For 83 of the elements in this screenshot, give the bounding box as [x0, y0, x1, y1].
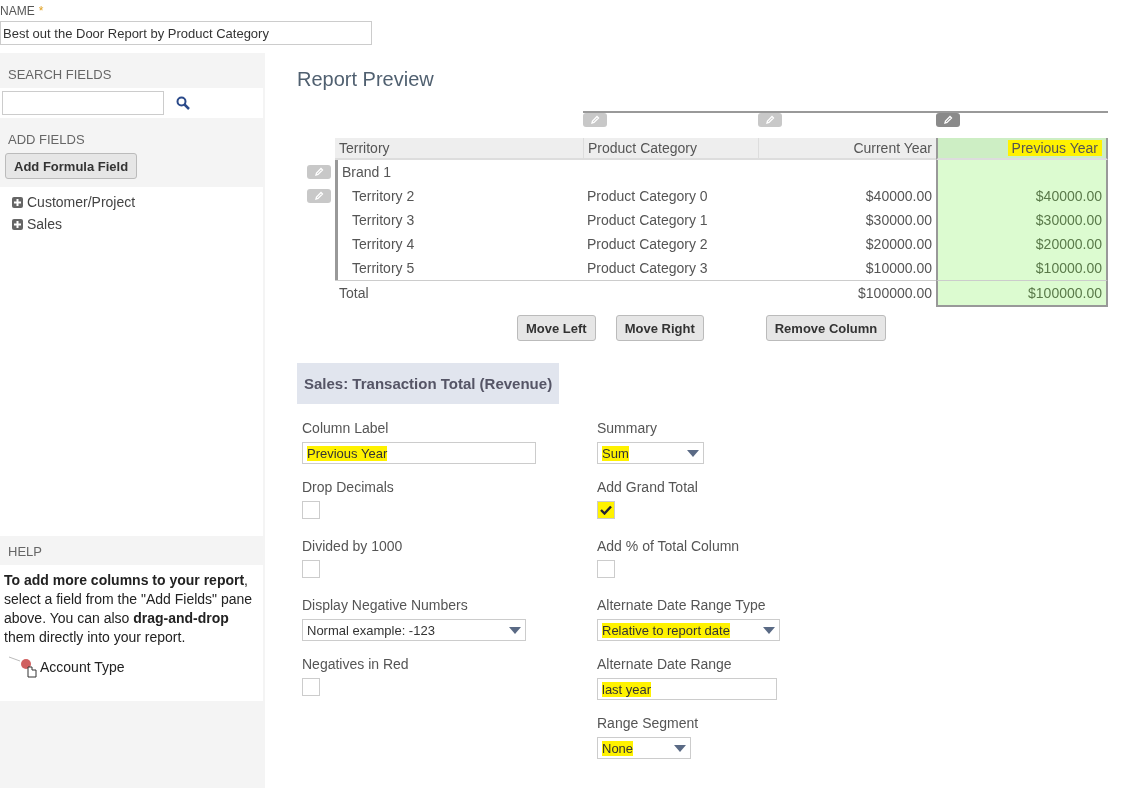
report-preview-title: Report Preview — [297, 68, 435, 91]
required-mark: * — [38, 4, 44, 20]
column-header[interactable]: Previous Year — [936, 138, 1108, 160]
search-fields-heading: SEARCH FIELDS — [7, 66, 113, 84]
column-action-button[interactable]: Move Right — [615, 315, 704, 341]
text-field[interactable]: last year — [597, 678, 777, 700]
field-value: Normal example: -123 — [307, 622, 435, 638]
caret-icon — [674, 744, 686, 752]
field-value: Relative to report date — [602, 622, 730, 638]
field-value: last year — [602, 681, 652, 697]
text-field[interactable]: Previous Year — [302, 442, 536, 464]
edit-column-icon[interactable] — [936, 113, 960, 127]
name-field[interactable]: Best out the Door Report by Product Category — [0, 21, 372, 45]
table-cell: Product Category 3 — [587, 260, 708, 276]
field-label: Alternate Date Range Type — [597, 597, 766, 613]
total-cell: $100000.00 — [858, 285, 932, 301]
table-cell: Product Category 0 — [587, 188, 708, 204]
edit-column-icon[interactable] — [758, 113, 782, 127]
help-text: To add more columns to your report, select a field from the "Add Fields" pane above. You can also drag-and-drop them directly into your report. — [4, 571, 254, 647]
dropdown[interactable]: Relative to report date — [597, 619, 780, 641]
field-label: Display Negative Numbers — [302, 597, 468, 613]
table-cell: $10000.00 — [865, 260, 932, 276]
column-header[interactable]: Territory — [335, 138, 583, 160]
table-cell: Product Category 1 — [587, 212, 708, 228]
table-cell: Territory 2 — [352, 188, 415, 204]
table-cell: $10000.00 — [1035, 260, 1102, 276]
checkbox[interactable] — [302, 560, 320, 578]
field-label: Column Label — [302, 420, 389, 436]
table-cell: Territory 4 — [352, 236, 415, 252]
add-fields-heading: ADD FIELDS — [7, 131, 86, 149]
expand-icon[interactable] — [12, 196, 23, 208]
add-formula-field-button[interactable]: Add Formula Field — [5, 153, 138, 179]
caret-icon — [687, 449, 699, 457]
table-cell: $30000.00 — [1035, 212, 1102, 228]
search-field[interactable] — [2, 91, 164, 115]
checkbox[interactable] — [302, 678, 320, 696]
search-icon[interactable] — [176, 96, 190, 110]
table-cell: Brand 1 — [342, 164, 392, 180]
column-settings-title: Sales: Transaction Total (Revenue) — [297, 363, 560, 404]
total-cell: $100000.00 — [1028, 285, 1102, 301]
caret-icon — [763, 626, 775, 634]
table-cell: Product Category 2 — [587, 236, 708, 252]
column-action-button[interactable]: Remove Column — [765, 315, 887, 341]
total-cell: Total — [339, 285, 369, 301]
column-action-button[interactable]: Move Left — [517, 315, 596, 341]
field-label: Divided by 1000 — [302, 538, 403, 554]
field-label: Negatives in Red — [302, 656, 409, 672]
table-cell: $40000.00 — [1035, 188, 1102, 204]
caret-icon — [509, 626, 521, 634]
field-label: Alternate Date Range — [597, 656, 732, 672]
dragged-field-cursor-icon — [8, 655, 38, 679]
checkbox[interactable] — [597, 501, 615, 519]
edit-column-icon[interactable] — [583, 113, 607, 127]
tree-item[interactable]: Sales — [0, 213, 263, 235]
field-label: Drop Decimals — [302, 479, 394, 495]
table-cell: $20000.00 — [1035, 236, 1102, 252]
table-cell: $40000.00 — [865, 188, 932, 204]
checkmark-icon — [600, 505, 612, 515]
field-value: None — [602, 740, 634, 756]
drag-field-label: Account Type — [40, 657, 125, 677]
table-cell: $30000.00 — [865, 212, 932, 228]
table-cell: $20000.00 — [865, 236, 932, 252]
field-label: Add Grand Total — [597, 479, 698, 495]
checkbox[interactable] — [597, 560, 615, 578]
field-label: Range Segment — [597, 715, 699, 731]
dropdown[interactable]: Sum — [597, 442, 704, 464]
field-value: Sum — [602, 445, 629, 461]
field-value: Previous Year — [307, 445, 388, 461]
dropdown[interactable]: Normal example: -123 — [302, 619, 526, 641]
column-header[interactable]: Product Category — [583, 138, 758, 160]
table-cell: Territory 3 — [352, 212, 415, 228]
checkbox[interactable] — [302, 501, 320, 519]
dropdown[interactable]: None — [597, 737, 691, 759]
field-label: Summary — [597, 420, 657, 436]
help-heading: HELP — [7, 543, 43, 561]
edit-row-icon[interactable] — [307, 165, 331, 179]
tree-item[interactable]: Customer/Project — [0, 191, 263, 213]
table-cell: Territory 5 — [352, 260, 415, 276]
edit-row-icon[interactable] — [307, 189, 331, 203]
column-header[interactable]: Current Year — [758, 138, 936, 160]
name-label: NAME — [0, 4, 35, 20]
expand-icon[interactable] — [12, 218, 23, 230]
field-label: Add % of Total Column — [597, 538, 740, 554]
